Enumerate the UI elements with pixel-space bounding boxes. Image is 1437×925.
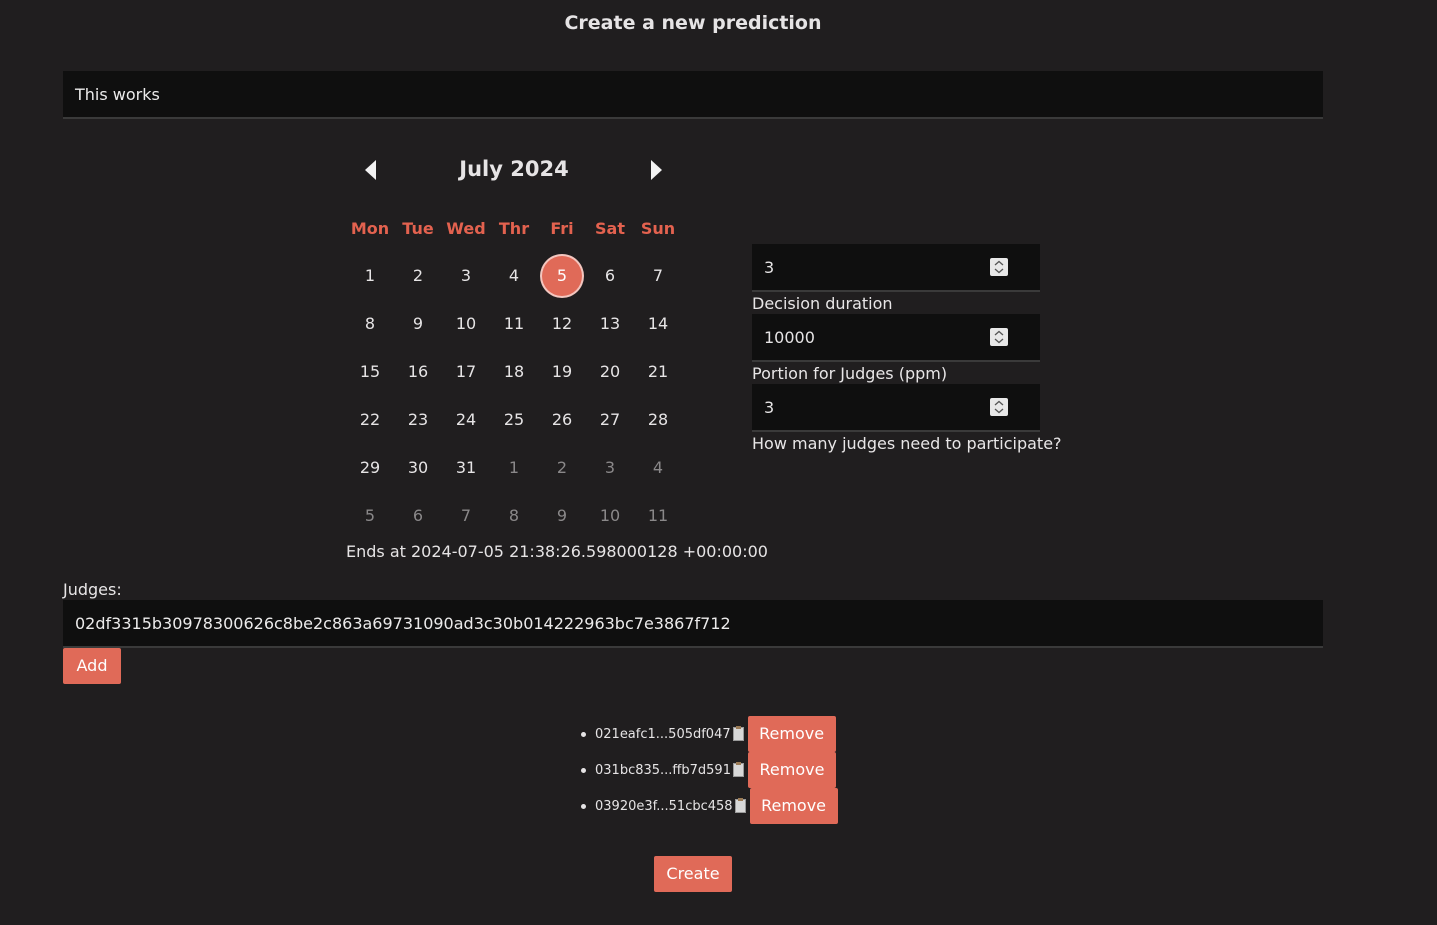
calendar-day[interactable]: 11: [494, 304, 534, 344]
calendar-day[interactable]: 7: [446, 496, 486, 536]
calendar-day[interactable]: 23: [398, 400, 438, 440]
weekday-label: Wed: [446, 219, 486, 238]
decision-duration-input[interactable]: 3: [752, 244, 1040, 292]
judge-count-input[interactable]: 3: [752, 384, 1040, 432]
calendar-week-row: 5 6 7 8 9 10 11: [346, 496, 682, 544]
decision-duration-value: 3: [764, 257, 775, 277]
calendar-day[interactable]: 6: [398, 496, 438, 536]
calendar-day[interactable]: 8: [350, 304, 390, 344]
page-title: Create a new prediction: [564, 12, 822, 34]
calendar-day[interactable]: 11: [638, 496, 678, 536]
calendar-day[interactable]: 9: [398, 304, 438, 344]
calendar-day[interactable]: 4: [638, 448, 678, 488]
calendar-day[interactable]: 16: [398, 352, 438, 392]
spinner-icon[interactable]: [990, 328, 1008, 346]
calendar-day[interactable]: 10: [446, 304, 486, 344]
judge-key: 021eafc1...505df047: [595, 726, 731, 742]
calendar-day[interactable]: 13: [590, 304, 630, 344]
weekday-label: Tue: [402, 219, 434, 238]
calendar-week-row: 15 16 17 18 19 20 21: [346, 352, 682, 400]
calendar-day[interactable]: 31: [446, 448, 486, 488]
judge-portion-value: 10000: [764, 327, 815, 347]
calendar-day[interactable]: 25: [494, 400, 534, 440]
calendar-day[interactable]: 28: [638, 400, 678, 440]
bullet-icon: [581, 767, 586, 773]
calendar-day[interactable]: 3: [446, 256, 486, 296]
weekday-label: Mon: [350, 219, 390, 238]
weekday-label: Sat: [595, 219, 625, 238]
calendar-day[interactable]: 1: [494, 448, 534, 488]
judge-list: 021eafc1...505df047 Remove 031bc835...ffb7…: [581, 716, 838, 824]
calendar-month-label: July 2024: [459, 157, 569, 181]
judge-count-label: How many judges need to participate?: [752, 434, 1062, 453]
weekday-label: Thr: [498, 219, 530, 238]
calendar-day[interactable]: 3: [590, 448, 630, 488]
calendar-day[interactable]: 18: [494, 352, 534, 392]
weekday-label: Fri: [550, 219, 574, 238]
calendar-day[interactable]: 27: [590, 400, 630, 440]
calendar-day[interactable]: 12: [542, 304, 582, 344]
calendar-day[interactable]: 29: [350, 448, 390, 488]
judge-key: 03920e3f...51cbc458: [595, 798, 733, 814]
create-button[interactable]: Create: [654, 856, 732, 892]
prediction-input-value: This works: [75, 84, 160, 104]
spinner-icon[interactable]: [990, 258, 1008, 276]
calendar-week-row: 1234567: [346, 256, 682, 304]
remove-judge-button[interactable]: Remove: [747, 752, 836, 788]
decision-duration-label: Decision duration: [752, 294, 893, 313]
judge-list-item: 031bc835...ffb7d591 Remove: [581, 752, 838, 788]
clipboard-icon[interactable]: [734, 798, 746, 813]
calendar-day[interactable]: 10: [590, 496, 630, 536]
calendar-day[interactable]: 6: [590, 256, 630, 296]
calendar-day[interactable]: 24: [446, 400, 486, 440]
calendar-day[interactable]: 26: [542, 400, 582, 440]
judge-list-item: 021eafc1...505df047 Remove: [581, 716, 838, 752]
calendar-day[interactable]: 1: [350, 256, 390, 296]
judge-key-input[interactable]: 02df3315b30978300626c8be2c863a69731090ad…: [63, 600, 1323, 648]
calendar-day[interactable]: 15: [350, 352, 390, 392]
remove-judge-button[interactable]: Remove: [747, 716, 836, 752]
judge-portion-label: Portion for Judges (ppm): [752, 364, 948, 383]
next-month-icon[interactable]: [651, 160, 662, 180]
calendar-day[interactable]: 17: [446, 352, 486, 392]
prev-month-icon[interactable]: [365, 160, 376, 180]
remove-judge-button[interactable]: Remove: [749, 788, 838, 824]
judge-key: 031bc835...ffb7d591: [595, 762, 731, 778]
calendar-day[interactable]: 30: [398, 448, 438, 488]
bullet-icon: [581, 731, 586, 737]
calendar-day[interactable]: 20: [590, 352, 630, 392]
spinner-icon[interactable]: [990, 398, 1008, 416]
judge-key-input-value: 02df3315b30978300626c8be2c863a69731090ad…: [75, 613, 731, 633]
bullet-icon: [581, 803, 586, 809]
add-judge-button[interactable]: Add: [63, 648, 121, 684]
weekday-header: Mon Tue Wed Thr Fri Sat Sun: [346, 219, 682, 238]
calendar-day[interactable]: 8: [494, 496, 534, 536]
weekday-label: Sun: [640, 219, 676, 238]
judge-portion-input[interactable]: 10000: [752, 314, 1040, 362]
calendar-day[interactable]: 7: [638, 256, 678, 296]
calendar-week-row: 22 23 24 25 26 27 28: [346, 400, 682, 448]
calendar-week-row: 29 30 31 1 2 3 4: [346, 448, 682, 496]
clipboard-icon[interactable]: [732, 726, 744, 741]
calendar-day[interactable]: 2: [542, 448, 582, 488]
calendar-day[interactable]: 2: [398, 256, 438, 296]
judges-label: Judges:: [63, 580, 122, 599]
calendar-grid: 1 2 3 4 5 6 7 8 9 10 11 12 13 14 15 16 17 18 19 20 21 22 23 24 2…: [346, 256, 682, 544]
judge-list-item: 03920e3f...51cbc458 Remove: [581, 788, 838, 824]
calendar-day[interactable]: 14: [638, 304, 678, 344]
calendar-day[interactable]: 22: [350, 400, 390, 440]
calendar-day[interactable]: 21: [638, 352, 678, 392]
calendar-week-row: 8 9 10 11 12 13 14: [346, 304, 682, 352]
calendar-day[interactable]: 4: [494, 256, 534, 296]
calendar-day[interactable]: 5: [350, 496, 390, 536]
calendar-day[interactable]: 19: [542, 352, 582, 392]
calendar-day[interactable]: 9: [542, 496, 582, 536]
calendar-day-selected[interactable]: 5: [542, 256, 582, 296]
ends-at-text: Ends at 2024-07-05 21:38:26.598000128 +0…: [346, 542, 768, 561]
prediction-input[interactable]: This works: [63, 71, 1323, 119]
judge-count-value: 3: [764, 397, 775, 417]
clipboard-icon[interactable]: [732, 762, 744, 777]
